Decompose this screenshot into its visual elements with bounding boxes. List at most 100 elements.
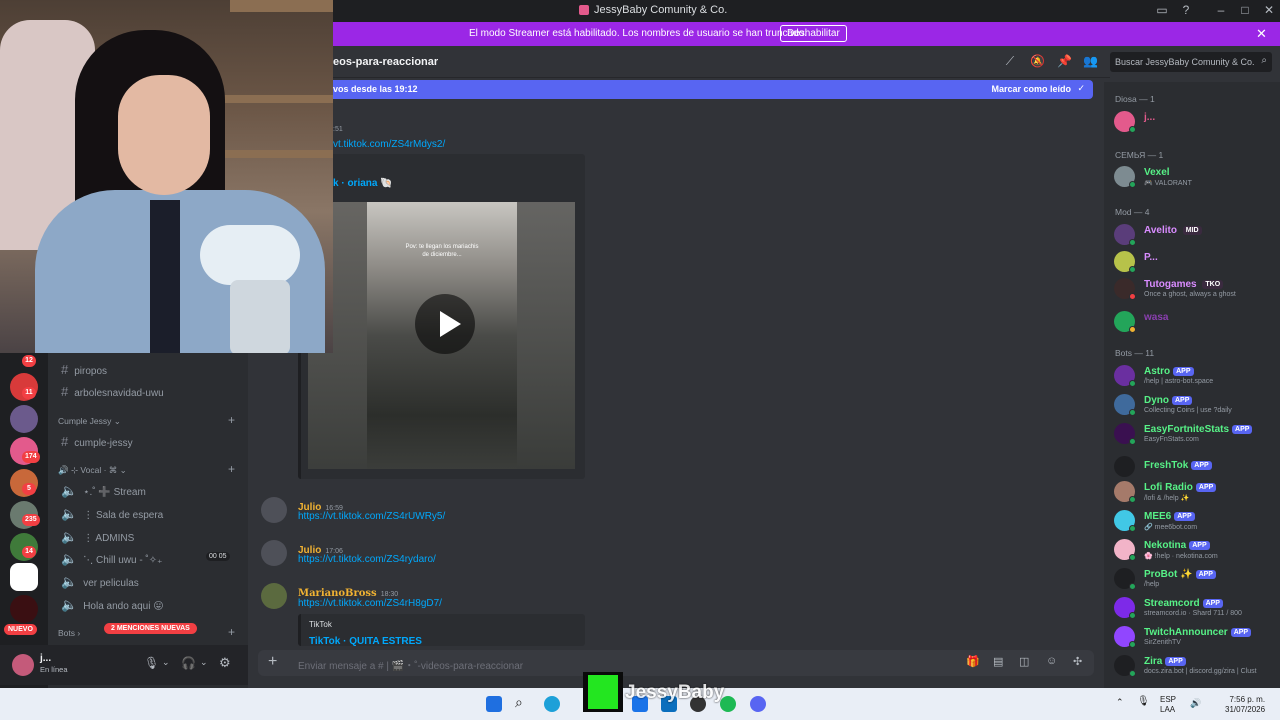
- search-icon[interactable]: ⌕: [515, 694, 531, 710]
- username[interactable]: j...: [40, 653, 51, 664]
- gear-icon[interactable]: ⚙: [219, 655, 231, 671]
- microphone-icon[interactable]: 🎙: [1137, 696, 1150, 707]
- member-name-text: Lofi Radio: [1144, 482, 1193, 493]
- search-input[interactable]: Buscar JessyBaby Comunity & Co. ⌕: [1110, 52, 1272, 72]
- disable-streamer-button[interactable]: Deshabilitar: [780, 25, 847, 42]
- maximize-button[interactable]: □: [1237, 3, 1253, 17]
- member-name: ProBot ✨ APP: [1144, 569, 1216, 580]
- message-link[interactable]: https://vt.tiktok.com/ZS4rH8gD7/: [298, 598, 442, 609]
- new-pill[interactable]: NUEVO: [4, 624, 37, 635]
- channel-item[interactable]: # piropos: [61, 362, 107, 377]
- member-item[interactable]: Tutogames TKO Once a ghost, always a ghos…: [1114, 278, 1280, 304]
- message-link[interactable]: https://vt.tiktok.com/ZS4rydaro/: [298, 554, 436, 565]
- member-list-icon[interactable]: 👥: [1083, 54, 1098, 68]
- member-item[interactable]: Lofi Radio APP/lofi & /help ✨: [1114, 481, 1280, 507]
- discord-icon[interactable]: [750, 696, 766, 712]
- sticker-icon[interactable]: ◫: [1019, 655, 1029, 668]
- member-name: FreshTok APP: [1144, 460, 1212, 471]
- avatar[interactable]: [261, 497, 287, 523]
- member-item[interactable]: FreshTok APP: [1114, 456, 1280, 482]
- minimize-button[interactable]: –: [1213, 3, 1229, 17]
- channel-item[interactable]: # arbolesnavidad-uwu: [61, 384, 164, 399]
- avatar[interactable]: [261, 540, 287, 566]
- add-channel-icon[interactable]: +: [228, 413, 235, 427]
- composer-placeholder: Enviar mensaje a # | 🎬・˚-videos-para-rea…: [298, 661, 524, 672]
- member-item[interactable]: j...: [1114, 111, 1280, 137]
- speaker-icon[interactable]: 🔊: [1190, 698, 1201, 709]
- status-dot: [1129, 438, 1136, 445]
- inbox-icon[interactable]: ▭: [1154, 3, 1170, 17]
- microphone-icon[interactable]: 🎙: [144, 656, 159, 670]
- speaker-icon: 🔈: [61, 529, 78, 544]
- member-name: Avelito MID: [1144, 225, 1202, 236]
- member-item[interactable]: Dyno APP Collecting Coins | use ?daily: [1114, 394, 1280, 420]
- member-item[interactable]: ProBot ✨ APP/help: [1114, 568, 1280, 594]
- voice-channel[interactable]: 🔈 ⋮ ADMINS: [61, 529, 134, 545]
- attach-icon[interactable]: +: [268, 653, 277, 671]
- pin-icon[interactable]: 📌: [1057, 54, 1072, 68]
- help-icon[interactable]: ?: [1178, 3, 1194, 17]
- member-item[interactable]: Nekotina APP 🌸 !help · nekotina.com: [1114, 539, 1280, 565]
- clock[interactable]: 7:56 p. m. 31/07/2026: [1225, 695, 1265, 716]
- category-cumple[interactable]: Cumple Jessy ⌄: [58, 416, 121, 427]
- window-title: JessyBaby Comunity & Co.: [594, 4, 728, 16]
- member-item[interactable]: Astro APP/help | astro-bot.space: [1114, 365, 1280, 391]
- mark-as-read-button[interactable]: Marcar como leído: [991, 84, 1071, 94]
- threads-icon[interactable]: ⟋: [1003, 54, 1017, 68]
- message-composer[interactable]: + Enviar mensaje a # | 🎬・˚-videos-para-r…: [258, 650, 1094, 676]
- gift-icon[interactable]: 🎁: [966, 655, 980, 668]
- new-messages-bar[interactable]: vos desde las 19:12 Marcar como leído ✓: [333, 80, 1093, 99]
- channel-item[interactable]: # cumple-jessy: [61, 434, 133, 449]
- voice-channel[interactable]: 🔈 ⋮ Sala de espera: [61, 506, 163, 522]
- embed-title[interactable]: TikTok · QUITA ESTRES: [309, 636, 422, 646]
- member-activity: 🌸 !help · nekotina.com: [1144, 553, 1218, 560]
- close-window-button[interactable]: ✕: [1261, 3, 1277, 17]
- member-item[interactable]: wasa: [1114, 311, 1280, 337]
- server-icon[interactable]: [10, 595, 38, 623]
- member-item[interactable]: MEE6 APP 🔗 mee6bot.com: [1114, 510, 1280, 536]
- server-icon[interactable]: [10, 405, 38, 433]
- avatar[interactable]: [261, 583, 287, 609]
- message-link[interactable]: vt.tiktok.com/ZS4rMdys2/: [333, 139, 445, 150]
- emoji-icon[interactable]: ☺: [1046, 655, 1057, 667]
- member-list: Diosa — 1 j... СЕМЬЯ — 1 Vexel 🎮 VALORANT…: [1104, 82, 1280, 688]
- member-item[interactable]: TwitchAnnouncer APP SirZenithTV: [1114, 626, 1280, 652]
- member-name: Lofi Radio APP: [1144, 482, 1217, 493]
- voice-channel[interactable]: 🔈 Hola ando aqui 😛: [61, 597, 164, 613]
- chevron-up-icon[interactable]: ⌃: [1116, 697, 1124, 708]
- voice-channel[interactable]: 🔈 ⋆.˚ ➕ Stream: [61, 483, 146, 499]
- chevron-down-icon[interactable]: ⌄: [200, 657, 208, 668]
- member-item[interactable]: Vexel 🎮 VALORANT: [1114, 166, 1280, 192]
- member-name: Dyno APP: [1144, 395, 1193, 406]
- server-icon[interactable]: [10, 563, 38, 591]
- language-indicator[interactable]: ESP LAA: [1160, 695, 1176, 716]
- voice-channel[interactable]: 🔈 ver peliculas: [61, 574, 139, 590]
- microphone: [200, 225, 300, 285]
- mentions-pill[interactable]: 2 MENCIONES NUEVAS: [104, 623, 197, 634]
- embed-title[interactable]: k · oriana 🐚: [333, 178, 393, 189]
- edge-icon[interactable]: [544, 696, 560, 712]
- notifications-icon[interactable]: 🔕: [1030, 54, 1045, 68]
- voice-channel[interactable]: 🔈 ⋱ Chill uwu - ˚✧₊: [61, 551, 162, 567]
- gif-icon[interactable]: ▤: [993, 655, 1003, 668]
- member-item[interactable]: P...: [1114, 251, 1280, 277]
- member-item[interactable]: Streamcord APP streamcord.io · Shard 711 /…: [1114, 597, 1280, 623]
- play-button[interactable]: [415, 294, 475, 354]
- add-channel-icon[interactable]: +: [228, 462, 235, 476]
- add-channel-icon[interactable]: +: [228, 625, 235, 639]
- member-item[interactable]: EasyFortniteStats APP EasyFnStats.com: [1114, 423, 1280, 449]
- webcam-overlay: [0, 0, 333, 353]
- video-player[interactable]: Pov: te llegan los mariachis de diciembr…: [308, 202, 575, 469]
- member-activity: Collecting Coins | use ?daily: [1144, 407, 1232, 414]
- banner-close-icon[interactable]: ✕: [1256, 26, 1267, 42]
- start-icon[interactable]: [486, 696, 502, 712]
- member-item[interactable]: Avelito MID: [1114, 224, 1280, 250]
- chevron-down-icon[interactable]: ⌄: [162, 657, 170, 668]
- avatar[interactable]: [12, 654, 34, 676]
- message-link[interactable]: https://vt.tiktok.com/ZS4rUWRy5/: [298, 511, 445, 522]
- member-item[interactable]: Zira APP docs.zira.bot | discord.gg/zira |…: [1114, 655, 1280, 681]
- category-bots[interactable]: Bots ›: [58, 628, 80, 638]
- category-vocal[interactable]: 🔊 ⊹ Vocal · ⌘ ⌄: [58, 465, 127, 476]
- headphones-icon[interactable]: 🎧: [181, 656, 196, 670]
- apps-icon[interactable]: ✣: [1073, 655, 1082, 668]
